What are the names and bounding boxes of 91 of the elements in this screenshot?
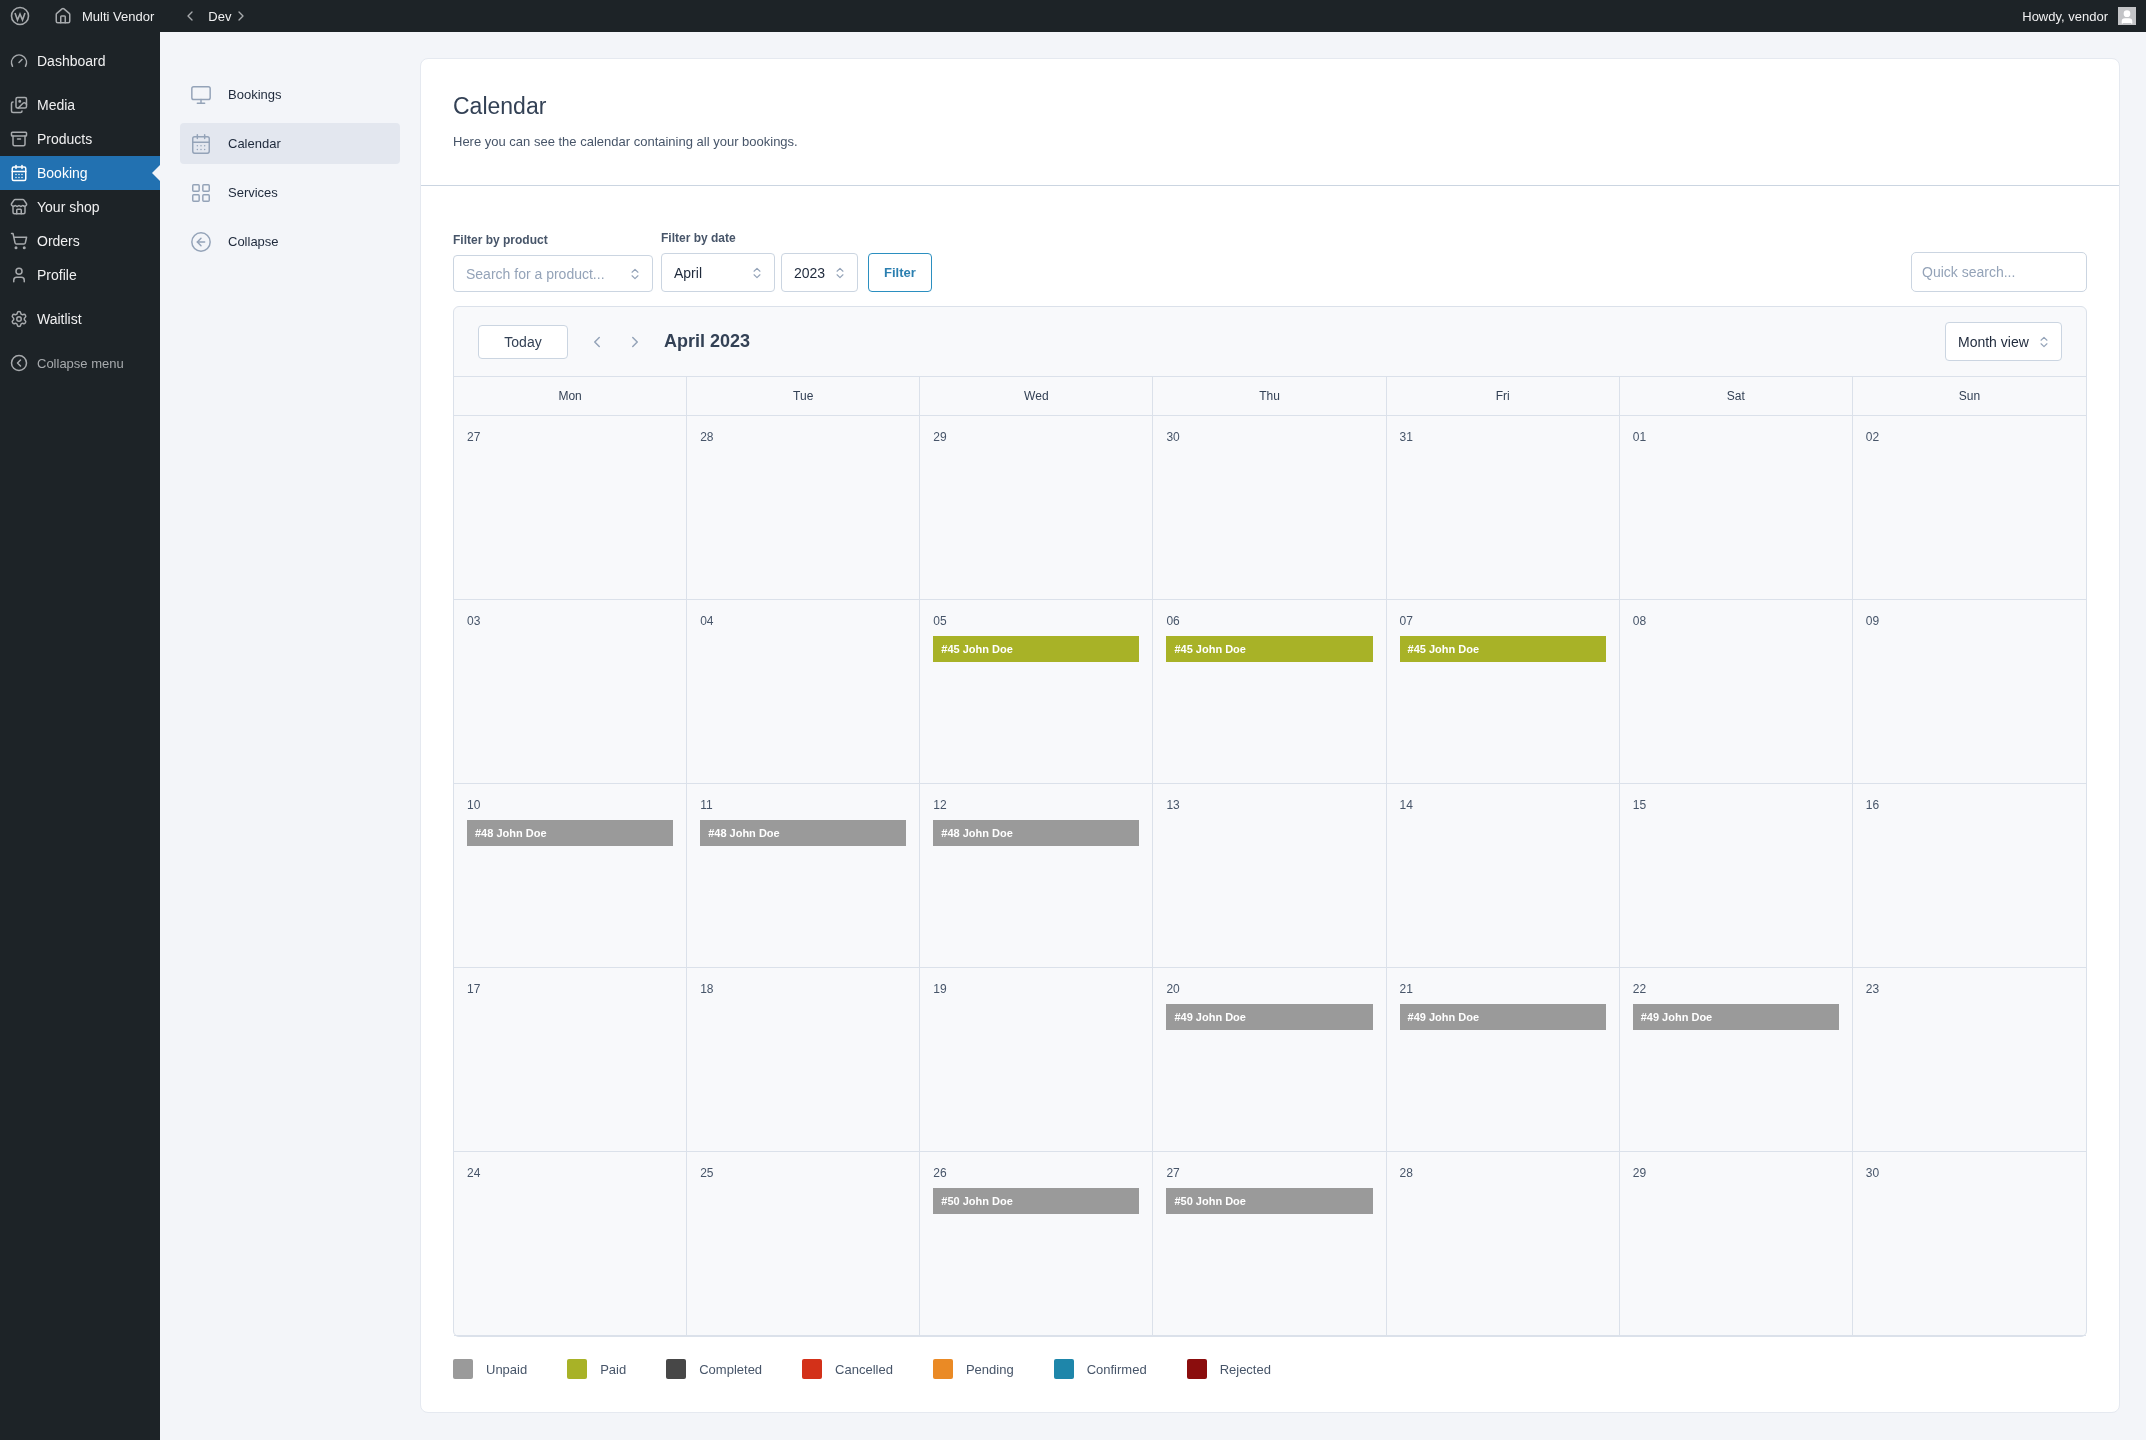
sidebar-item[interactable]: Dashboard (0, 44, 160, 78)
arrow-left-circle-icon (190, 230, 212, 253)
day-number: 27 (1166, 1166, 1180, 1180)
day-number: 21 (1399, 982, 1413, 996)
submenu-item[interactable]: Calendar (180, 123, 400, 164)
day-number: 15 (1632, 798, 1647, 812)
legend-label: Cancelled (835, 1361, 893, 1377)
day-number: 01 (1632, 430, 1647, 444)
monitor-icon (190, 83, 212, 106)
day-number: 28 (700, 430, 714, 444)
day-number: 27 (467, 430, 481, 444)
collapse-icon (10, 354, 28, 372)
weekday-header: Tue (687, 377, 921, 416)
sidebar-item[interactable]: Booking (0, 156, 160, 190)
collapse-menu-button[interactable]: Collapse menu (0, 346, 160, 380)
media-icon (10, 96, 28, 114)
submenu-item[interactable]: Bookings (180, 74, 400, 115)
day-number: 10 (467, 798, 481, 812)
year-select[interactable]: 2023 (781, 253, 858, 292)
dashboard-icon (10, 52, 28, 70)
legend-label: Completed (699, 1361, 763, 1377)
legend-label: Pending (965, 1361, 1014, 1377)
site-name-link[interactable]: Multi Vendor (82, 8, 155, 24)
logo-icon[interactable] (10, 6, 30, 26)
weekday-header: Thu (1153, 377, 1387, 416)
day-number: 16 (1865, 798, 1880, 812)
day-number: 14 (1399, 798, 1413, 812)
filter-label: Filter by product (453, 233, 549, 247)
greeting-link[interactable]: Howdy, vendor (2022, 8, 2108, 24)
sidebar-item[interactable]: Orders (0, 224, 160, 258)
month-select[interactable]: April (661, 253, 775, 292)
submenu-item[interactable]: Collapse (180, 221, 400, 262)
today-button[interactable]: Today (478, 324, 568, 359)
day-number: 23 (1865, 982, 1880, 996)
legend-label: Paid (600, 1361, 627, 1377)
filter-button[interactable]: Filter (868, 253, 932, 292)
view-select[interactable]: Month view (1945, 322, 2062, 361)
home-icon[interactable] (54, 7, 72, 25)
sidebar-item[interactable]: Products (0, 122, 160, 156)
cart-icon (10, 232, 28, 250)
day-number: 03 (467, 614, 481, 628)
submenu-item[interactable]: Services (180, 172, 400, 213)
day-number: 28 (1399, 1166, 1413, 1180)
gear-icon (10, 310, 28, 328)
day-number: 25 (700, 1166, 714, 1180)
day-number: 19 (933, 982, 947, 996)
sidebar-item[interactable]: Your shop (0, 190, 160, 224)
calendar-icon (190, 132, 212, 155)
day-number: 22 (1632, 982, 1647, 996)
user-icon (10, 266, 28, 284)
day-number: 12 (933, 798, 947, 812)
sidebar-item[interactable]: Media (0, 88, 160, 122)
sidebar-item[interactable]: Profile (0, 258, 160, 292)
legend-label: Unpaid (486, 1361, 528, 1377)
day-number: 29 (933, 430, 947, 444)
day-number: 09 (1865, 614, 1880, 628)
day-number: 29 (1632, 1166, 1647, 1180)
day-number: 13 (1166, 798, 1180, 812)
day-number: 31 (1399, 430, 1413, 444)
legend-label: Confirmed (1086, 1361, 1147, 1377)
calendar-title: April 2023 (664, 331, 751, 352)
day-number: 06 (1166, 614, 1180, 628)
day-number: 30 (1865, 1166, 1880, 1180)
weekday-header: Mon (454, 377, 688, 416)
filter-label: Filter by date (661, 231, 737, 245)
day-number: 08 (1632, 614, 1647, 628)
day-number: 26 (933, 1166, 947, 1180)
day-number: 02 (1865, 430, 1880, 444)
day-number: 11 (700, 798, 713, 812)
legend-label: Rejected (1219, 1361, 1271, 1377)
day-number: 05 (933, 614, 947, 628)
weekday-header: Sat (1619, 377, 1853, 416)
grid-icon (190, 181, 212, 204)
archive-icon (10, 130, 28, 148)
dev-link[interactable]: Dev (208, 8, 232, 24)
sidebar-item[interactable]: Waitlist (0, 302, 160, 336)
weekday-header: Wed (920, 377, 1154, 416)
day-number: 20 (1166, 982, 1180, 996)
store-icon (10, 198, 28, 216)
day-number: 30 (1166, 430, 1180, 444)
page-description: Here you can see the calendar containing all your bookings. (453, 134, 799, 149)
calendar-icon (10, 164, 28, 182)
day-number: 04 (700, 614, 714, 628)
page-title: Calendar (453, 93, 548, 120)
day-number: 07 (1399, 614, 1413, 628)
day-number: 18 (700, 982, 714, 996)
weekday-header: Sun (1852, 377, 2086, 416)
weekday-header: Fri (1386, 377, 1620, 416)
day-number: 24 (467, 1166, 481, 1180)
day-number: 17 (467, 982, 481, 996)
quick-search-field[interactable]: Quick search... (1911, 252, 2087, 292)
